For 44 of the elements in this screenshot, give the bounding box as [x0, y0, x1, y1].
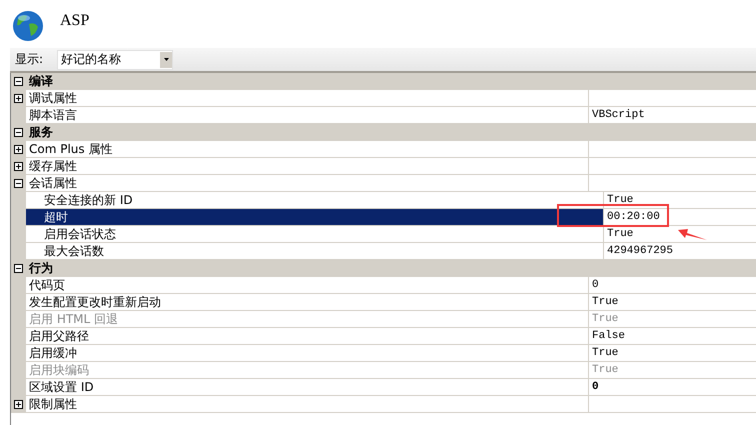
- category-label: 行为: [28, 260, 53, 276]
- property-value: True: [607, 228, 634, 240]
- property-value: True: [592, 364, 618, 376]
- expand-icon[interactable]: [14, 400, 23, 408]
- property-value: True: [592, 347, 618, 359]
- category-label: 服务: [28, 124, 53, 140]
- page-title: ASP: [60, 12, 90, 30]
- collapse-icon[interactable]: [14, 178, 23, 188]
- property-value: 00:20:00: [607, 211, 660, 223]
- property-name[interactable]: 脚本语言: [26, 107, 589, 123]
- property-value: 0: [592, 381, 599, 393]
- property-name[interactable]: 发生配置更改时重新启动: [26, 294, 589, 310]
- property-name[interactable]: 启用会话状态: [26, 226, 604, 242]
- collapse-icon[interactable]: [14, 128, 23, 136]
- expand-icon[interactable]: [14, 94, 23, 102]
- display-label: 显示:: [15, 51, 44, 68]
- collapse-icon[interactable]: [14, 264, 23, 272]
- property-value: True: [592, 313, 618, 325]
- property-value: True: [592, 296, 618, 308]
- expand-icon[interactable]: [14, 162, 23, 170]
- property-name[interactable]: 超时: [26, 209, 604, 225]
- property-value: 4294967295: [607, 245, 674, 257]
- property-name[interactable]: 调试属性: [26, 90, 589, 106]
- property-name[interactable]: Com Plus 属性: [26, 141, 589, 157]
- property-name[interactable]: 最大会话数: [26, 243, 604, 259]
- property-name[interactable]: 会话属性: [26, 175, 589, 191]
- property-value: False: [592, 330, 626, 342]
- property-name[interactable]: 安全连接的新 ID: [26, 192, 604, 208]
- globe-icon: [12, 10, 44, 42]
- property-name[interactable]: 启用父路径: [26, 328, 589, 344]
- property-name[interactable]: 缓存属性: [26, 158, 589, 174]
- property-name[interactable]: 限制属性: [26, 396, 589, 412]
- property-value: 0: [592, 279, 599, 291]
- property-name[interactable]: 代码页: [26, 277, 589, 293]
- collapse-icon[interactable]: [14, 76, 23, 86]
- property-name[interactable]: 区域设置 ID: [26, 379, 589, 395]
- display-dropdown[interactable]: 好记的名称: [57, 50, 173, 70]
- caret-icon: [164, 58, 168, 61]
- arrow-icon: [678, 227, 708, 241]
- property-name[interactable]: 启用缓冲: [26, 345, 589, 361]
- category-label: 编译: [28, 73, 53, 89]
- property-value: VBScript: [592, 109, 645, 121]
- expand-icon[interactable]: [14, 144, 23, 154]
- property-value: True: [607, 194, 634, 206]
